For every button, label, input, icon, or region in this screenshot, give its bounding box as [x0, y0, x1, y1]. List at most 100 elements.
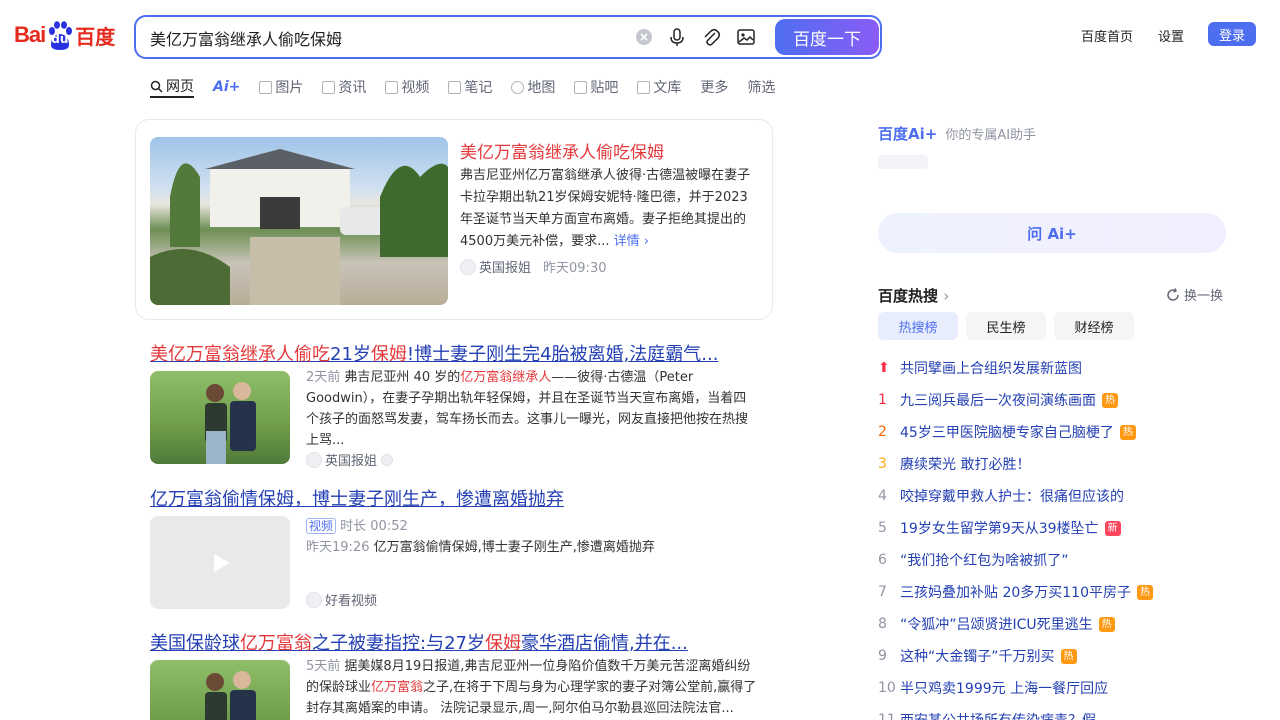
search-box: 百度一下	[134, 15, 882, 59]
result-title-1[interactable]: 美亿万富翁继承人偷吃21岁保姆!博士妻子刚生完4胎被离婚,法庭霸气...	[150, 340, 718, 366]
result-source-1: 英国报姐	[306, 450, 396, 469]
tab-label: 资讯	[338, 80, 367, 96]
featured-more-link[interactable]: 详情 ›	[614, 234, 649, 249]
tab-wenku[interactable]: 文库	[637, 76, 681, 98]
source-time: 昨天09:30	[543, 261, 607, 276]
tab-more[interactable]: 更多	[700, 76, 728, 98]
featured-title[interactable]: 美亿万富翁继承人偷吃保姆	[460, 138, 664, 163]
result-video-thumbnail-2[interactable]	[150, 516, 290, 609]
hot-search-item[interactable]: ⬆ 共同擘画上合组织发展新蓝图	[878, 352, 1226, 384]
hot-rank: 6	[878, 552, 887, 568]
map-icon	[511, 80, 525, 94]
hot-item-text: 西安某公共场所有传染病毒？假	[900, 710, 1096, 720]
hot-search-item[interactable]: 2 45岁三甲医院脑梗专家自己脑梗了热	[878, 416, 1226, 448]
tab-web[interactable]: 网页	[150, 76, 194, 98]
hot-tab-trending[interactable]: 热搜榜	[878, 312, 958, 340]
paw-icon: du	[46, 21, 74, 50]
tab-ai[interactable]: Ai+	[213, 76, 240, 98]
hot-item-text: 45岁三甲医院脑梗专家自己脑梗了	[900, 425, 1114, 441]
hot-search-list: ⬆ 共同擘画上合组织发展新蓝图 1 九三阅兵最后一次夜间演练画面热 2 45岁三甲医院脑梗…	[878, 352, 1226, 720]
clear-icon[interactable]	[634, 27, 656, 49]
hot-search-title[interactable]: 百度热搜 ›	[878, 285, 949, 306]
search-button[interactable]: 百度一下	[775, 19, 879, 55]
result-time: 5天前	[306, 659, 341, 674]
search-input[interactable]	[150, 26, 620, 50]
result-time: 昨天19:26	[306, 540, 370, 555]
tab-tieba[interactable]: 贴吧	[574, 76, 618, 98]
result-thumbnail-1[interactable]	[150, 371, 290, 464]
result-title-2[interactable]: 亿万富翁偷情保姆，博士妻子刚生产，惨遭离婚抛弃	[150, 485, 564, 511]
pinned-top-icon: ⬆	[878, 360, 890, 376]
hot-rank: 11	[878, 712, 896, 720]
source-name[interactable]: 好看视频	[325, 590, 377, 609]
source-name[interactable]: 英国报姐	[479, 257, 531, 276]
logo-text-du: du	[51, 32, 69, 46]
hot-search-item[interactable]: 9 这种“大金镯子”千万别买热	[878, 640, 1226, 672]
desc-text: 弗吉尼亚州 40 岁的	[344, 370, 461, 385]
tab-label: 更多	[700, 80, 729, 96]
featured-description: 弗吉尼亚州亿万富翁继承人彼得·古德温被曝在妻子卡拉孕期出轨21岁保姆安妮特·隆巴…	[460, 165, 760, 253]
tab-images[interactable]: 图片	[259, 76, 303, 98]
source-avatar	[306, 451, 322, 468]
result-title-3[interactable]: 美国保龄球亿万富翁之子被妻指控:与27岁保姆豪华酒店偷情,并在...	[150, 629, 688, 655]
hot-rank: 8	[878, 616, 887, 632]
hot-tab-finance[interactable]: 财经榜	[1054, 312, 1134, 340]
hot-search-item[interactable]: 10 半只鸡卖1999元 上海一餐厅回应	[878, 672, 1226, 704]
title-part: !博士妻子刚生完4胎被离婚,法庭霸气...	[406, 344, 719, 365]
hot-search-item[interactable]: 5 19岁女生留学第9天从39楼坠亡新	[878, 512, 1226, 544]
microphone-icon[interactable]	[667, 27, 689, 49]
hot-rank: 9	[878, 648, 887, 664]
document-icon	[637, 80, 651, 94]
hot-item-text: 三孩妈叠加补贴 20多万买110平房子	[900, 585, 1131, 601]
result-description-2: 视频 时长 00:52 昨天19:26 亿万富翁偷情保姆,博士妻子刚生产,惨遭离…	[306, 516, 758, 558]
hot-item-text: 赓续荣光 敢打必胜！	[900, 457, 1031, 473]
ai-logo[interactable]: 百度Ai+	[878, 123, 937, 144]
hot-badge: 热	[1137, 584, 1153, 600]
login-button[interactable]: 登录	[1208, 22, 1256, 46]
ai-assistant-header: 百度Ai+ 你的专属AI助手	[878, 123, 1036, 144]
tab-news[interactable]: 资讯	[322, 76, 366, 98]
hot-item-text: 共同擘画上合组织发展新蓝图	[900, 361, 1082, 377]
hot-item-text: 这种“大金镯子”千万别买	[900, 649, 1055, 665]
verified-icon	[381, 453, 394, 466]
search-tabs: 网页 Ai+ 图片 资讯 视频 笔记 地图 贴吧 文库 更多 筛选	[150, 76, 794, 102]
tab-label: 笔记	[464, 80, 493, 96]
hot-search-item[interactable]: 6 “我们抢个红包为啥被抓了”	[878, 544, 1226, 576]
tab-map[interactable]: 地图	[511, 76, 555, 98]
source-avatar	[460, 258, 476, 275]
hot-badge: 热	[1119, 424, 1136, 440]
tab-video[interactable]: 视频	[385, 76, 429, 98]
hot-badge: 热	[1098, 616, 1115, 632]
news-icon	[322, 80, 336, 94]
ai-subtitle: 你的专属AI助手	[945, 128, 1037, 143]
desc-text: 亿万富翁偷情保姆,博士妻子刚生产,惨遭离婚抛弃	[373, 540, 655, 555]
hot-search-item[interactable]: 1 九三阅兵最后一次夜间演练画面热	[878, 384, 1226, 416]
result-time: 2天前	[306, 370, 341, 385]
video-icon	[385, 80, 399, 94]
result-thumbnail-3[interactable]	[150, 660, 290, 720]
hot-tab-livelihood[interactable]: 民生榜	[966, 312, 1046, 340]
tab-notes[interactable]: 笔记	[448, 76, 492, 98]
video-duration: 时长 00:52	[340, 519, 408, 534]
hot-rank: 2	[878, 424, 887, 440]
image-search-icon[interactable]	[736, 27, 758, 49]
hot-rank: 7	[878, 584, 887, 600]
hot-search-item[interactable]: 7 三孩妈叠加补贴 20多万买110平房子热	[878, 576, 1226, 608]
hot-search-item[interactable]: 4 咬掉穿戴甲救人护士：很痛但应该的	[878, 480, 1226, 512]
hot-search-item[interactable]: 3 赓续荣光 敢打必胜！	[878, 448, 1226, 480]
ask-ai-button[interactable]: 问 Ai+	[878, 213, 1226, 253]
refresh-button[interactable]: 换一换	[1166, 285, 1223, 304]
attachment-icon[interactable]	[701, 27, 723, 49]
hot-search-item[interactable]: 8 “令狐冲”吕颂贤进ICU死里逃生热	[878, 608, 1226, 640]
link-baidu-home[interactable]: 百度首页	[1081, 26, 1133, 45]
tieba-icon	[574, 80, 588, 94]
tab-label: 视频	[401, 80, 430, 96]
hot-search-item[interactable]: 11 西安某公共场所有传染病毒？假	[878, 704, 1226, 720]
hot-rank: 5	[878, 520, 887, 536]
source-name[interactable]: 英国报姐	[325, 450, 377, 469]
title-part: 保姆	[370, 344, 407, 365]
house-photo[interactable]	[150, 137, 448, 305]
baidu-logo[interactable]: Bai du 百度	[14, 18, 118, 52]
link-settings[interactable]: 设置	[1158, 26, 1184, 45]
tab-filter[interactable]: 筛选	[747, 76, 775, 98]
